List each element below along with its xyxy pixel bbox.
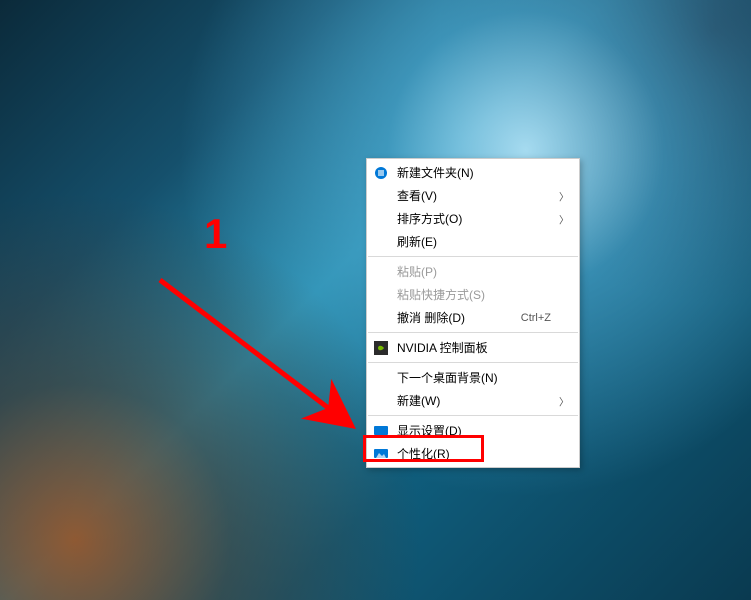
menu-item-nvidia[interactable]: NVIDIA 控制面板 <box>367 336 579 359</box>
menu-separator <box>368 332 578 333</box>
menu-label: 撤消 删除(D) <box>397 309 521 326</box>
menu-item-undo-delete[interactable]: 撤消 删除(D) Ctrl+Z <box>367 306 579 329</box>
menu-separator <box>368 256 578 257</box>
menu-label: 个性化(R) <box>397 445 551 462</box>
menu-shortcut: Ctrl+Z <box>521 312 551 324</box>
chevron-right-icon: 〉 <box>559 188 569 203</box>
menu-label: 刷新(E) <box>397 233 551 250</box>
menu-label: 粘贴(P) <box>397 263 551 280</box>
menu-item-new-folder[interactable]: 新建文件夹(N) <box>367 161 579 184</box>
chevron-right-icon: 〉 <box>559 393 569 408</box>
personalize-icon <box>373 446 389 462</box>
desktop-context-menu: 新建文件夹(N) 查看(V) 〉 排序方式(O) 〉 刷新(E) 粘贴(P) 粘… <box>366 158 580 468</box>
menu-item-refresh[interactable]: 刷新(E) <box>367 230 579 253</box>
menu-item-next-wallpaper[interactable]: 下一个桌面背景(N) <box>367 366 579 389</box>
annotation-number: 1 <box>204 210 227 258</box>
menu-item-view[interactable]: 查看(V) 〉 <box>367 184 579 207</box>
display-icon <box>373 423 389 439</box>
menu-separator <box>368 362 578 363</box>
nvidia-icon <box>373 340 389 356</box>
menu-item-paste: 粘贴(P) <box>367 260 579 283</box>
menu-separator <box>368 415 578 416</box>
menu-item-display-settings[interactable]: 显示设置(D) <box>367 419 579 442</box>
menu-label: 排序方式(O) <box>397 210 551 227</box>
menu-item-sort[interactable]: 排序方式(O) 〉 <box>367 207 579 230</box>
menu-label: 查看(V) <box>397 187 551 204</box>
monitor-icon <box>373 165 389 181</box>
desktop-wallpaper[interactable]: 新建文件夹(N) 查看(V) 〉 排序方式(O) 〉 刷新(E) 粘贴(P) 粘… <box>0 0 751 600</box>
menu-label: 新建文件夹(N) <box>397 164 551 181</box>
menu-label: 粘贴快捷方式(S) <box>397 286 551 303</box>
menu-label: 新建(W) <box>397 392 551 409</box>
menu-label: NVIDIA 控制面板 <box>397 339 551 356</box>
chevron-right-icon: 〉 <box>559 211 569 226</box>
menu-item-personalize[interactable]: 个性化(R) <box>367 442 579 465</box>
menu-label: 显示设置(D) <box>397 422 551 439</box>
menu-label: 下一个桌面背景(N) <box>397 369 551 386</box>
menu-item-paste-shortcut: 粘贴快捷方式(S) <box>367 283 579 306</box>
menu-item-new[interactable]: 新建(W) 〉 <box>367 389 579 412</box>
